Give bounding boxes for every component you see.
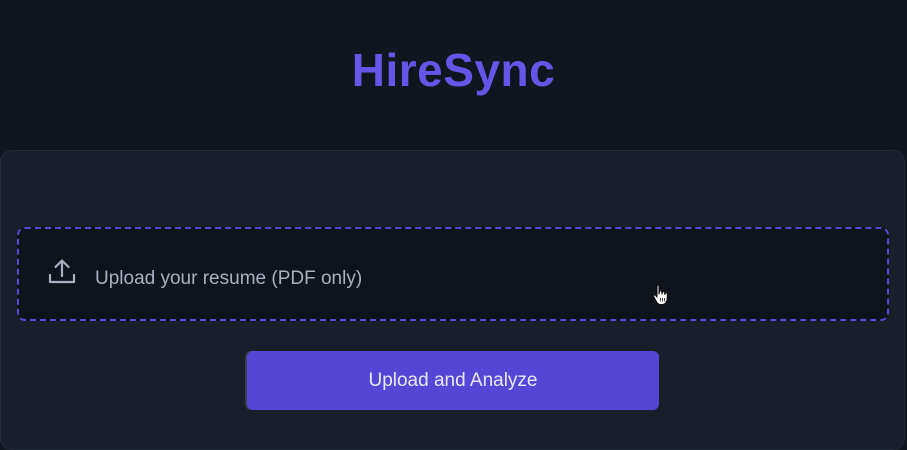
- app-title: HireSync: [351, 44, 556, 96]
- resume-dropzone[interactable]: Upload your resume (PDF only): [17, 227, 889, 321]
- upload-analyze-button[interactable]: Upload and Analyze: [247, 351, 659, 410]
- dropzone-label: Upload your resume (PDF only): [95, 268, 363, 289]
